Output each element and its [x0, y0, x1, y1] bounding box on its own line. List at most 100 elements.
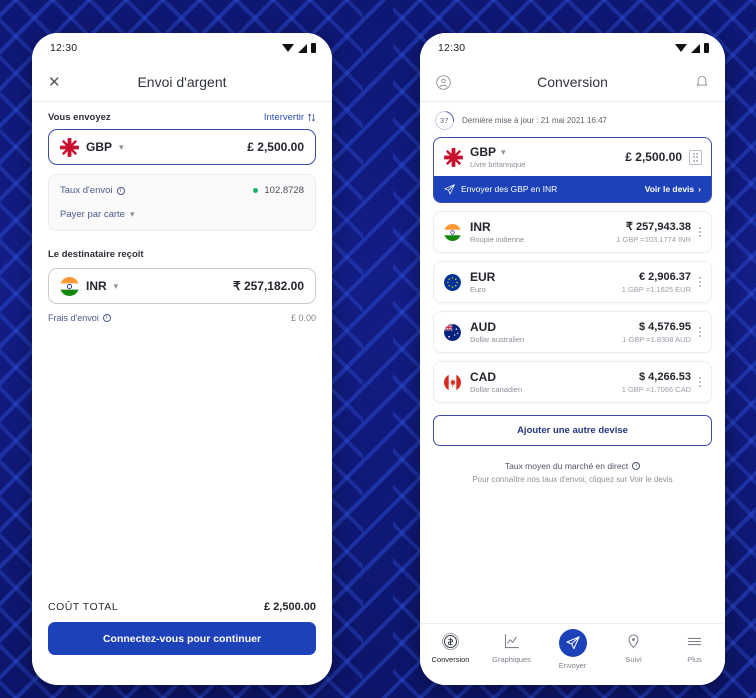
base-currency-code: GBP	[470, 145, 497, 159]
nav-label: Envoyer	[558, 661, 587, 670]
nav-item-graphiques[interactable]: Graphiques	[484, 632, 540, 664]
login-continue-button[interactable]: Connectez-vous pour continuer	[48, 622, 316, 655]
in-flag-icon	[444, 223, 461, 241]
currency-amount-group: $ 4,576.95 1 GBP =1.8308 AUD	[622, 321, 691, 344]
currency-amount-group: € 2,906.37 1 GBP =1.1625 EUR	[622, 271, 691, 294]
currency-left-inr: INR Roupie indienne	[444, 220, 524, 244]
refresh-countdown-ring[interactable]: 37	[431, 107, 458, 134]
send-amount-value: £ 2,500.00	[247, 140, 304, 154]
gb-flag-icon	[444, 147, 463, 167]
currency-rate: 1 GBP =103.1774 INR	[616, 235, 691, 244]
footer-note: Taux moyen du marché en direct i Pour co…	[433, 461, 712, 484]
currency-code: CAD	[470, 370, 496, 384]
nav-label: Conversion	[431, 655, 470, 664]
currency-row-cad[interactable]: CAD Dollar canadien $ 4,266.53 1 GBP =1.…	[433, 361, 712, 403]
phone-right: 12:30 Conversion 37 Dernière mise à jour…	[420, 33, 725, 685]
left-status-bar: 12:30	[32, 33, 332, 63]
currency-amount-group: ₹ 257,943.38 1 GBP =103.1774 INR	[616, 220, 691, 244]
base-amount-value: £ 2,500.00	[625, 150, 682, 164]
currency-row-aud[interactable]: AUD Dollar australien $ 4,576.95 1 GBP =…	[433, 311, 712, 353]
currency-row-inr[interactable]: INR Roupie indienne ₹ 257,943.38 1 GBP =…	[433, 211, 712, 253]
currency-right-eur: € 2,906.37 1 GBP =1.1625 EUR	[622, 271, 703, 294]
base-currency-row[interactable]: GBP ▾ Livre britannique £ 2,500.00	[434, 138, 711, 176]
refresh-countdown-value: 37	[440, 116, 449, 125]
banner-cta-group[interactable]: Voir le devis ›	[645, 184, 701, 194]
receive-label: Le destinataire reçoit	[48, 249, 144, 260]
account-circle-icon[interactable]	[436, 74, 451, 90]
receive-amount-value: ₹ 257,182.00	[232, 279, 304, 293]
au-flag-icon	[444, 323, 461, 341]
base-currency-selector[interactable]: GBP ▾ Livre britannique	[444, 145, 525, 169]
last-update-row: 37 Dernière mise à jour : 21 mai 2021 16…	[431, 107, 712, 134]
kebab-menu-icon[interactable]	[697, 377, 703, 387]
line-chart-icon	[504, 634, 519, 649]
base-currency-card: GBP ▾ Livre britannique £ 2,500.00 Envoy…	[433, 137, 712, 203]
swap-label: Intervertir	[263, 112, 304, 123]
banner-cta-label: Voir le devis	[644, 184, 695, 194]
currency-rate: 1 GBP =1.1625 EUR	[621, 284, 691, 294]
rate-card: Taux d'envoi i 102.8728 Payer par carte …	[48, 174, 316, 231]
chevron-down-icon: ▾	[119, 141, 124, 152]
close-icon[interactable]: ✕	[48, 75, 61, 90]
signal-icon	[298, 43, 307, 53]
kebab-menu-icon[interactable]	[697, 327, 703, 337]
kebab-menu-icon[interactable]	[697, 227, 703, 237]
swap-currencies-button[interactable]: Intervertir	[264, 112, 316, 123]
fee-value: £ 0.00	[290, 313, 316, 323]
currency-row-eur[interactable]: EUR Euro € 2,906.37 1 GBP =1.1625 EUR	[433, 261, 712, 303]
nav-item-plus[interactable]: Plus	[667, 632, 723, 664]
nav-item-conversion[interactable]: Conversion	[423, 632, 479, 664]
payment-method-selector[interactable]: Payer par carte ▾	[60, 209, 304, 220]
currency-rate: 1 GBP =1.7066 CAD	[621, 384, 691, 394]
currency-amount: $ 4,266.53	[639, 370, 691, 383]
send-quote-banner[interactable]: Envoyer des GBP en INR Voir le devis ›	[434, 176, 711, 202]
rate-status-dot	[253, 188, 259, 193]
last-update-text: Dernière mise à jour : 21 mai 2021 16:47	[462, 116, 607, 125]
currency-amount: € 2,906.37	[639, 270, 691, 283]
page-title: Envoi d'argent	[137, 74, 227, 90]
left-screen: 12:30 ✕ Envoi d'argent Vous envoyez Inte…	[32, 33, 332, 685]
send-currency-code: GBP	[86, 140, 113, 154]
currency-rate: 1 GBP =1.8308 AUD	[622, 334, 691, 344]
send-currency-selector[interactable]: GBP ▾	[60, 137, 124, 157]
wifi-icon	[282, 44, 294, 52]
kebab-menu-icon[interactable]	[697, 277, 703, 287]
fee-label-group[interactable]: Frais d'envoi i	[48, 313, 111, 323]
send-plane-icon	[565, 636, 580, 650]
receive-label-row: Le destinataire reçoit	[48, 244, 316, 262]
currency-name: Dollar australien	[470, 335, 525, 344]
phone-left: 12:30 ✕ Envoi d'argent Vous envoyez Inte…	[32, 33, 332, 685]
currency-right-cad: $ 4,266.53 1 GBP =1.7066 CAD	[622, 371, 703, 394]
eu-flag-icon	[444, 273, 461, 291]
footer-line-1-group: Taux moyen du marché en direct i	[433, 461, 712, 471]
currency-right-aud: $ 4,576.95 1 GBP =1.8308 AUD	[622, 321, 703, 344]
receive-currency-selector[interactable]: INR ▾	[60, 276, 118, 296]
map-pin-icon	[628, 634, 639, 649]
currency-amount: $ 4,576.95	[639, 320, 691, 333]
chevron-down-icon: ▾	[129, 209, 135, 219]
swap-arrows-icon	[308, 113, 315, 122]
send-fab[interactable]	[558, 629, 587, 657]
keypad-icon[interactable]	[689, 149, 702, 165]
currency-left-eur: EUR Euro	[444, 270, 495, 294]
receive-amount-field[interactable]: INR ▾ ₹ 257,182.00	[48, 268, 316, 304]
total-label: COÛT TOTAL	[48, 601, 119, 613]
notification-bell-icon[interactable]	[695, 75, 709, 90]
currency-amount: ₹ 257,943.38	[625, 221, 691, 233]
nav-label: Suivi	[625, 655, 642, 664]
rate-label: Taux d'envoi	[60, 185, 113, 196]
currency-left-aud: AUD Dollar australien	[444, 320, 524, 344]
currency-amount-group: $ 4,266.53 1 GBP =1.7066 CAD	[622, 371, 691, 394]
add-currency-button[interactable]: Ajouter une autre devise	[433, 415, 712, 446]
info-icon[interactable]: i	[116, 186, 125, 195]
info-icon[interactable]: i	[632, 462, 641, 470]
send-amount-field[interactable]: GBP ▾ £ 2,500.00	[48, 129, 316, 165]
hamburger-menu-icon	[687, 637, 702, 646]
fee-label: Frais d'envoi	[48, 313, 99, 323]
signal-icon	[691, 43, 700, 53]
nav-item-envoyer[interactable]: Envoyer	[545, 629, 601, 670]
rate-label-group[interactable]: Taux d'envoi i	[60, 185, 125, 196]
info-icon[interactable]: i	[102, 314, 111, 322]
nav-item-suivi[interactable]: Suivi	[606, 632, 662, 664]
currency-code: EUR	[470, 270, 496, 284]
